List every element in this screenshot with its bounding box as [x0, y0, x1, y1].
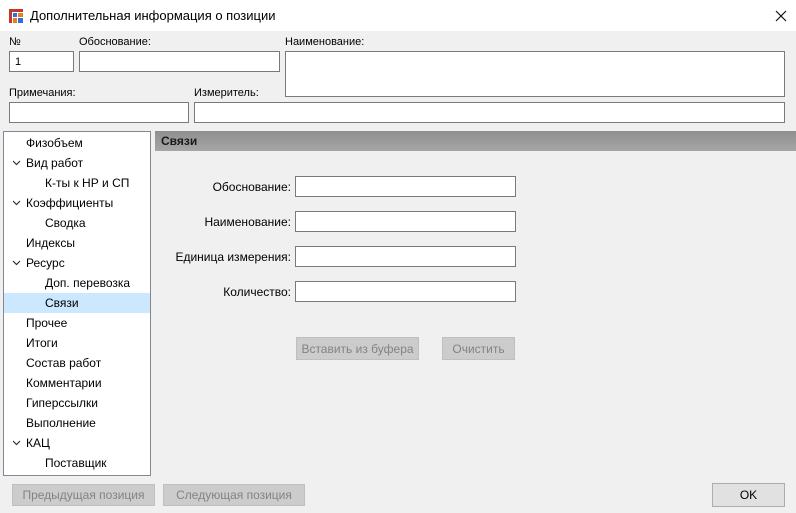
tree-item-label: Связи: [45, 296, 79, 310]
primechaniya-label: Примечания:: [9, 87, 76, 99]
number-label: №: [9, 36, 21, 48]
tree-item-prochee[interactable]: Прочее: [4, 313, 150, 333]
window-title: Дополнительная информация о позиции: [30, 8, 276, 23]
tree-item-label: Вид работ: [26, 156, 84, 170]
izmeritel-field[interactable]: [194, 102, 785, 123]
tree-item-label: Физобъем: [26, 136, 83, 150]
svyaz-edinica-field[interactable]: [295, 246, 516, 267]
tree-item-label: Поставщик: [45, 456, 107, 470]
ok-button[interactable]: OK: [712, 483, 785, 507]
number-field[interactable]: [9, 51, 74, 72]
panel-title: Связи: [161, 134, 198, 148]
tree-item-kty-nr-sp[interactable]: К-ты к НР и СП: [4, 173, 150, 193]
naimenovanie-label: Наименование:: [285, 36, 365, 48]
svyaz-naimenovanie-field[interactable]: [295, 211, 516, 232]
osnovanie-label: Обоснование:: [79, 36, 151, 48]
tree-item-postavshchik[interactable]: Поставщик: [4, 453, 150, 473]
tree-item-svodka[interactable]: Сводка: [4, 213, 150, 233]
tree-item-koefficienty[interactable]: Коэффициенты: [4, 193, 150, 213]
panel-body: [155, 151, 796, 476]
tree-item-svyazi[interactable]: Связи: [4, 293, 150, 313]
chevron-down-icon[interactable]: [10, 253, 22, 273]
section-tree[interactable]: Физобъем Вид работ К-ты к НР и СП Коэффи…: [3, 131, 151, 476]
paste-from-buffer-button[interactable]: Вставить из буфера: [296, 337, 419, 360]
tree-item-label: КАЦ: [26, 436, 50, 450]
osnovanie-field[interactable]: [79, 51, 280, 72]
tree-item-label: Выполнение: [26, 416, 96, 430]
app-table-icon: [9, 9, 23, 23]
tree-item-label: Комментарии: [26, 376, 102, 390]
tree-item-label: Коэффициенты: [26, 196, 114, 210]
chevron-down-icon[interactable]: [10, 153, 22, 173]
tree-item-sostav-rabot[interactable]: Состав работ: [4, 353, 150, 373]
tree-item-vid-rabot[interactable]: Вид работ: [4, 153, 150, 173]
izmeritel-label: Измеритель:: [194, 87, 259, 99]
prev-position-button[interactable]: Предыдущая позиция: [12, 484, 155, 506]
clear-button[interactable]: Очистить: [442, 337, 515, 360]
tree-item-label: К-ты к НР и СП: [45, 176, 130, 190]
tree-item-label: Итоги: [26, 336, 58, 350]
tree-item-resurs[interactable]: Ресурс: [4, 253, 150, 273]
tree-item-fizobem[interactable]: Физобъем: [4, 133, 150, 153]
close-button[interactable]: [766, 1, 795, 30]
tree-item-label: Сводка: [45, 216, 86, 230]
tree-item-vypolnenie[interactable]: Выполнение: [4, 413, 150, 433]
tree-item-giperssylki[interactable]: Гиперссылки: [4, 393, 150, 413]
tree-item-label: Прочее: [26, 316, 68, 330]
chevron-down-icon[interactable]: [10, 193, 22, 213]
svyaz-osnovanie-field[interactable]: [295, 176, 516, 197]
chevron-down-icon[interactable]: [10, 433, 22, 453]
tree-item-label: Состав работ: [26, 356, 102, 370]
tree-item-label: Доп. перевозка: [45, 276, 131, 290]
tree-item-indeksy[interactable]: Индексы: [4, 233, 150, 253]
tree-item-itogi[interactable]: Итоги: [4, 333, 150, 353]
tree-item-label: Гиперссылки: [26, 396, 98, 410]
svyaz-kolichestvo-label: Количество:: [223, 285, 291, 299]
next-position-button[interactable]: Следующая позиция: [163, 484, 305, 506]
tree-item-label: Индексы: [26, 236, 75, 250]
panel-header: [155, 131, 796, 151]
tree-item-kommentarii[interactable]: Комментарии: [4, 373, 150, 393]
svyaz-kolichestvo-field[interactable]: [295, 281, 516, 302]
svyaz-naimenovanie-label: Наименование:: [204, 215, 291, 229]
tree-item-dop-perevozka[interactable]: Доп. перевозка: [4, 273, 150, 293]
naimenovanie-field[interactable]: [285, 51, 785, 97]
primechaniya-field[interactable]: [9, 102, 189, 123]
svyaz-edinica-label: Единица измерения:: [175, 250, 291, 264]
tree-item-kac[interactable]: КАЦ: [4, 433, 150, 453]
svyaz-osnovanie-label: Обоснование:: [212, 180, 291, 194]
tree-item-label: Ресурс: [26, 256, 65, 270]
close-icon: [775, 10, 786, 21]
